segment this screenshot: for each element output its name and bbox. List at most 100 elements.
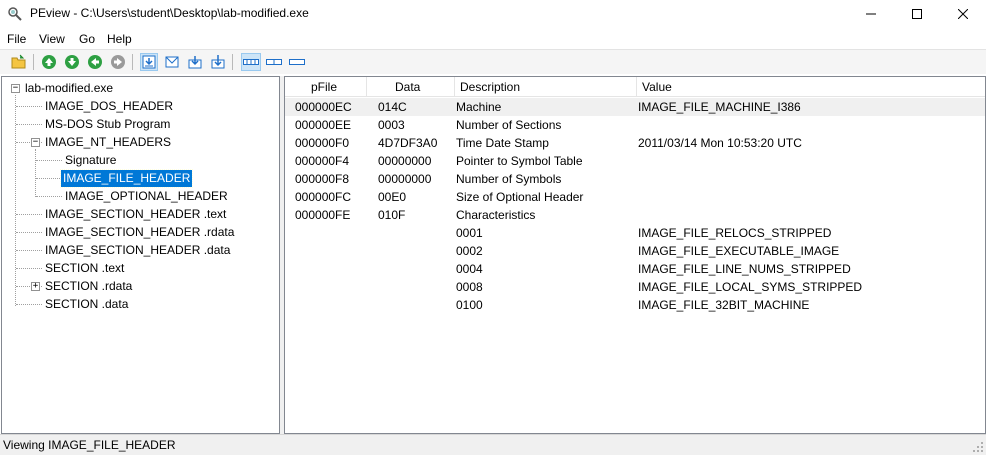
maximize-icon	[912, 9, 922, 19]
maximize-button[interactable]	[894, 0, 940, 28]
tree-item-section-header-rdata[interactable]: IMAGE_SECTION_HEADER .rdata	[43, 224, 236, 241]
cell-data: 4D7DF3A0	[378, 136, 438, 150]
tree-item-dos-stub[interactable]: MS-DOS Stub Program	[43, 116, 172, 133]
open-button[interactable]	[10, 53, 28, 71]
cell-desc: Number of Sections	[456, 118, 562, 132]
cell-desc: Size of Optional Header	[456, 190, 584, 204]
cell-desc: 0004	[456, 262, 483, 276]
view-down2-icon	[188, 56, 202, 69]
detail-list[interactable]: pFile Data Description Value 000000EC 014…	[284, 76, 986, 434]
column-pfile[interactable]: pFile	[285, 77, 367, 97]
open-folder-icon	[11, 54, 26, 69]
view-button-1[interactable]	[140, 53, 158, 71]
table-row[interactable]: 000000EE 0003 Number of Sections	[285, 116, 985, 134]
tree-item-file-header[interactable]: IMAGE_FILE_HEADER	[59, 169, 194, 188]
down-button[interactable]	[63, 53, 81, 71]
cell-desc: 0002	[456, 244, 483, 258]
table-row[interactable]: 0100 IMAGE_FILE_32BIT_MACHINE	[285, 296, 985, 314]
menu-bar: File View Go Help	[0, 29, 986, 49]
cell-desc: Pointer to Symbol Table	[456, 154, 583, 168]
table-row[interactable]: 000000F4 00000000 Pointer to Symbol Table	[285, 152, 985, 170]
toolbar	[0, 49, 986, 74]
forward-button[interactable]	[109, 53, 127, 71]
close-icon	[958, 9, 968, 19]
tree-item-section-text[interactable]: SECTION .text	[43, 260, 126, 277]
list-header: pFile Data Description Value	[285, 77, 985, 97]
cell-value: IMAGE_FILE_RELOCS_STRIPPED	[638, 226, 832, 240]
cell-data: 00000000	[378, 172, 432, 186]
tree-item-optional-header[interactable]: IMAGE_OPTIONAL_HEADER	[63, 188, 230, 205]
tree-item-section-header-text[interactable]: IMAGE_SECTION_HEADER .text	[43, 206, 228, 223]
view-button-3[interactable]	[186, 53, 204, 71]
tree-collapse-icon[interactable]: −	[11, 84, 20, 93]
cell-value: IMAGE_FILE_32BIT_MACHINE	[638, 298, 810, 312]
table-row[interactable]: 0001 IMAGE_FILE_RELOCS_STRIPPED	[285, 224, 985, 242]
tree-item-nt-headers[interactable]: IMAGE_NT_HEADERS	[43, 134, 173, 151]
cell-desc: Number of Symbols	[456, 172, 562, 186]
cell-value: IMAGE_FILE_MACHINE_I386	[638, 100, 801, 114]
view-down-icon	[142, 55, 156, 69]
cell-desc: Time Date Stamp	[456, 136, 549, 150]
table-row[interactable]: 000000F8 00000000 Number of Symbols	[285, 170, 985, 188]
tree-view[interactable]: − lab-modified.exe IMAGE_DOS_HEADER MS-D…	[1, 76, 280, 434]
cell-data: 014C	[378, 100, 407, 114]
table-row[interactable]: 000000FC 00E0 Size of Optional Header	[285, 188, 985, 206]
column-description[interactable]: Description	[455, 77, 637, 97]
tree-item-root[interactable]: lab-modified.exe	[23, 80, 115, 97]
tree-expand-icon[interactable]: +	[31, 282, 40, 291]
cell-desc: Machine	[456, 100, 502, 114]
cell-pfile: 000000EE	[295, 118, 352, 132]
window-title: PEview - C:\Users\student\Desktop\lab-mo…	[30, 6, 309, 20]
view-byte-button[interactable]	[241, 53, 261, 71]
tree-collapse-icon[interactable]: −	[31, 138, 40, 147]
tree-item-section-data[interactable]: SECTION .data	[43, 296, 130, 313]
tree-item-signature[interactable]: Signature	[63, 152, 118, 169]
down-arrow-green-icon	[65, 55, 79, 69]
menu-go[interactable]: Go	[79, 32, 95, 46]
cell-data: 0003	[378, 118, 405, 132]
cell-desc: 0100	[456, 298, 483, 312]
forward-arrow-gray-icon	[111, 55, 125, 69]
minimize-icon	[866, 13, 876, 15]
table-row[interactable]: 0004 IMAGE_FILE_LINE_NUMS_STRIPPED	[285, 260, 985, 278]
cell-value: IMAGE_FILE_EXECUTABLE_IMAGE	[638, 244, 840, 258]
table-row[interactable]: 000000FE 010F Characteristics	[285, 206, 985, 224]
resize-grip-icon[interactable]	[972, 441, 984, 453]
magnifier-icon	[8, 7, 22, 21]
column-value[interactable]: Value	[637, 77, 985, 97]
menu-help[interactable]: Help	[107, 32, 132, 46]
cell-pfile: 000000FE	[295, 208, 351, 222]
menu-view[interactable]: View	[39, 32, 65, 46]
cell-data: 00000000	[378, 154, 432, 168]
cell-value: 2011/03/14 Mon 10:53:20 UTC	[638, 136, 802, 150]
view-dword-icon	[289, 59, 305, 65]
table-row[interactable]: 000000EC 014C Machine IMAGE_FILE_MACHINE_I3…	[285, 98, 985, 116]
close-button[interactable]	[940, 0, 986, 28]
table-row[interactable]: 0002 IMAGE_FILE_EXECUTABLE_IMAGE	[285, 242, 985, 260]
back-arrow-green-icon	[88, 55, 102, 69]
menu-file[interactable]: File	[7, 32, 26, 46]
table-row[interactable]: 0008 IMAGE_FILE_LOCAL_SYMS_STRIPPED	[285, 278, 985, 296]
view-byte-icon	[243, 59, 259, 65]
column-data[interactable]: Data	[367, 77, 455, 97]
tree-item-section-header-data[interactable]: IMAGE_SECTION_HEADER .data	[43, 242, 232, 259]
cell-pfile: 000000EC	[295, 100, 352, 114]
minimize-button[interactable]	[848, 0, 894, 28]
tree-item-section-rdata[interactable]: SECTION .rdata	[43, 278, 134, 295]
view-down3-icon	[211, 55, 225, 69]
cell-data: 010F	[378, 208, 406, 222]
view-word-icon	[266, 59, 282, 65]
view-word-button[interactable]	[264, 53, 284, 71]
view-button-2[interactable]	[163, 53, 181, 71]
view-button-4[interactable]	[209, 53, 227, 71]
cell-value: IMAGE_FILE_LOCAL_SYMS_STRIPPED	[638, 280, 863, 294]
cell-pfile: 000000F0	[295, 136, 350, 150]
cell-value: IMAGE_FILE_LINE_NUMS_STRIPPED	[638, 262, 851, 276]
title-bar: PEview - C:\Users\student\Desktop\lab-mo…	[0, 0, 986, 28]
back-button[interactable]	[86, 53, 104, 71]
up-button[interactable]	[40, 53, 58, 71]
cell-desc: 0008	[456, 280, 483, 294]
tree-item-dos-header[interactable]: IMAGE_DOS_HEADER	[43, 98, 175, 115]
view-dword-button[interactable]	[287, 53, 307, 71]
table-row[interactable]: 000000F0 4D7DF3A0 Time Date Stamp 2011/03/1…	[285, 134, 985, 152]
